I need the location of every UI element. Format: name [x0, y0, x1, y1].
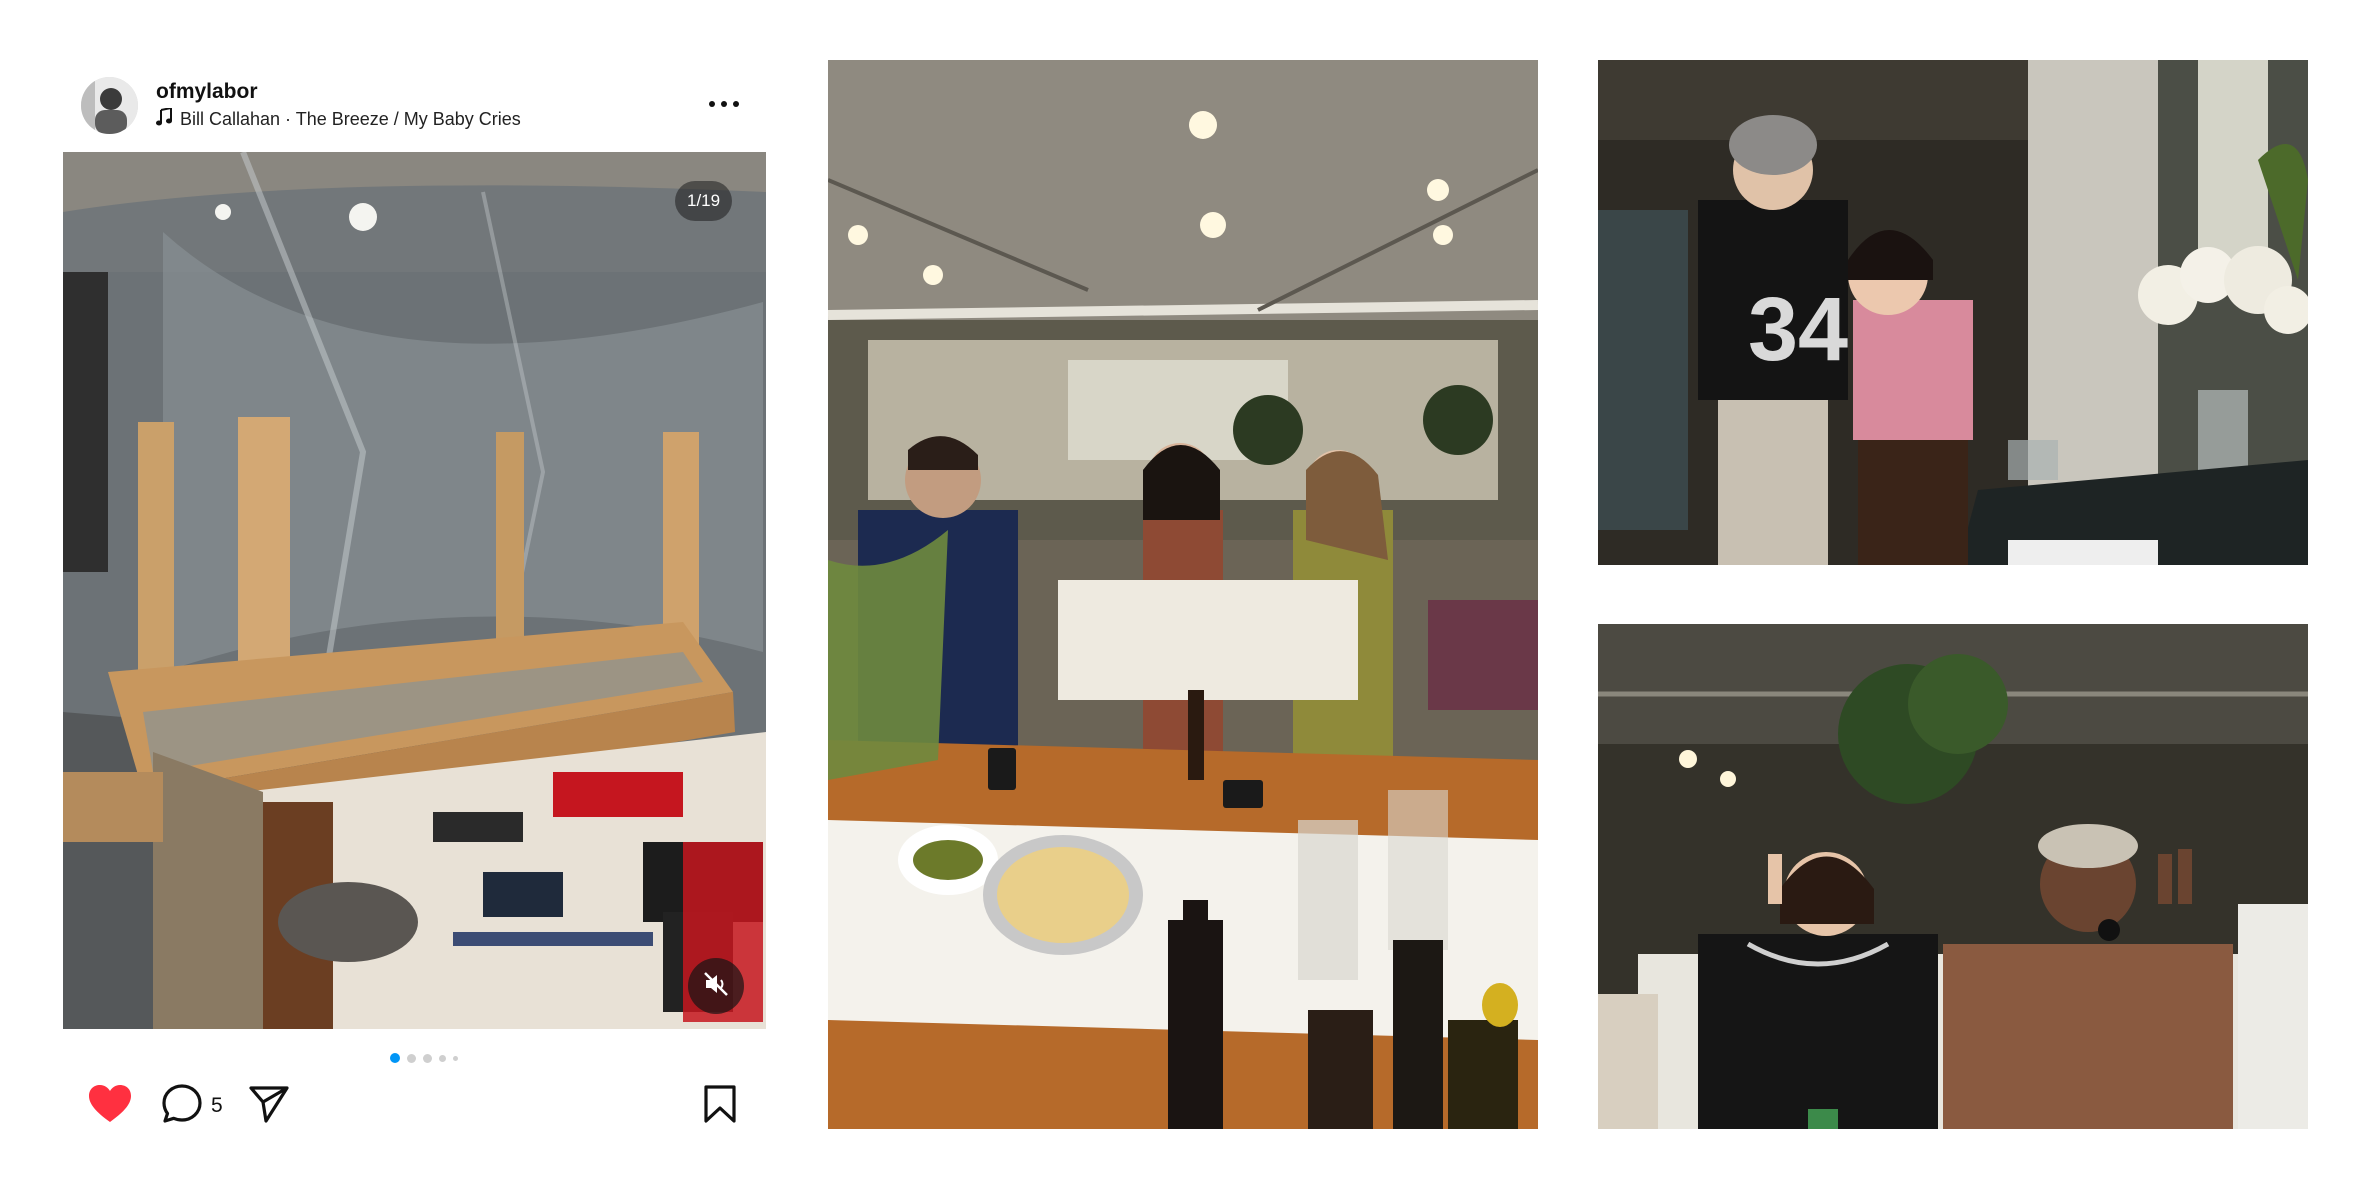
- music-text: Bill Callahan · The Breeze / My Baby Cri…: [180, 109, 521, 129]
- music-note-icon: [156, 106, 172, 131]
- more-horizontal-icon: [709, 94, 739, 112]
- comment-icon: [161, 1083, 203, 1130]
- send-icon: [248, 1084, 290, 1129]
- more-options-button[interactable]: [704, 88, 744, 118]
- svg-text:34: 34: [1748, 280, 1848, 380]
- comment-count: 5: [211, 1094, 223, 1117]
- dinner-party-photo: [828, 60, 1538, 1129]
- carousel-dot: [439, 1054, 446, 1062]
- mute-button[interactable]: [688, 958, 744, 1014]
- save-button[interactable]: [700, 1083, 740, 1129]
- carousel-indicator: [390, 1053, 458, 1063]
- username[interactable]: ofmylabor: [156, 80, 258, 104]
- carousel-dot: [407, 1053, 416, 1063]
- post-media-photo[interactable]: [63, 152, 766, 1029]
- bookmark-icon: [703, 1084, 737, 1129]
- peace-sign-photo: [1598, 624, 2308, 1129]
- heart-filled-icon: [88, 1084, 132, 1129]
- media-counter: 1/19: [675, 181, 733, 221]
- like-button[interactable]: [85, 1083, 135, 1129]
- carousel-dot: [423, 1053, 432, 1063]
- muted-speaker-icon: [702, 970, 730, 1003]
- avatar[interactable]: [81, 77, 138, 134]
- carousel-dot: [390, 1053, 400, 1063]
- two-women-photo: 34: [1598, 60, 2308, 565]
- comment-button[interactable]: [158, 1083, 206, 1129]
- carousel-dot: [453, 1055, 458, 1061]
- music-info[interactable]: Bill Callahan · The Breeze / My Baby Cri…: [156, 106, 521, 131]
- share-button[interactable]: [245, 1083, 293, 1129]
